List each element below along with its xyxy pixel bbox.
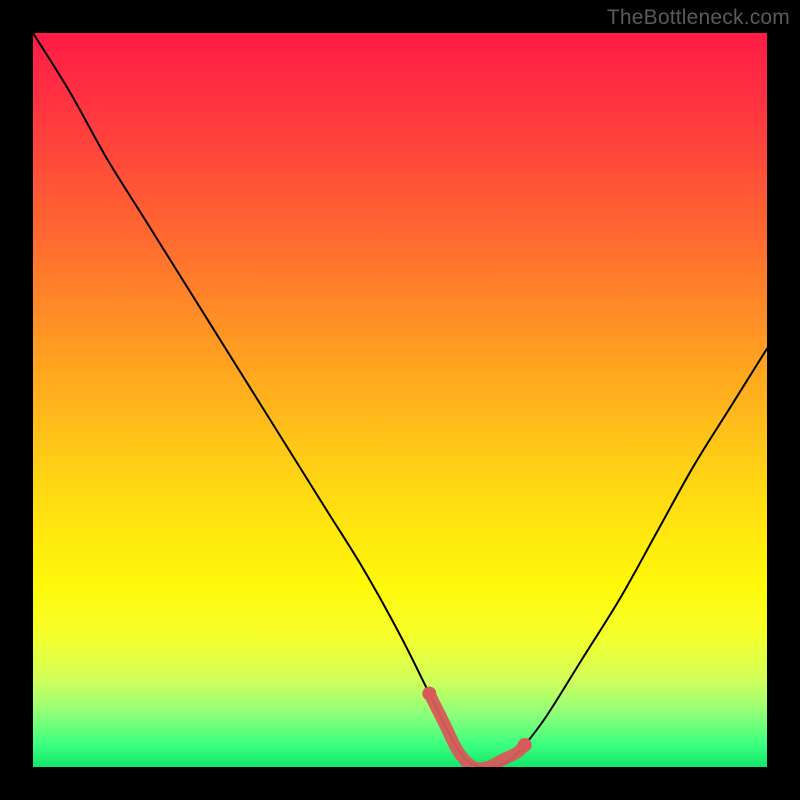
plot-area xyxy=(33,33,767,767)
chart-frame: TheBottleneck.com xyxy=(0,0,800,800)
sweet-spot-endpoint xyxy=(518,738,532,752)
bottleneck-curve xyxy=(33,33,767,767)
sweet-spot-endpoint xyxy=(422,687,436,701)
curve-svg xyxy=(33,33,767,767)
sweet-spot-highlight xyxy=(429,694,524,767)
watermark-text: TheBottleneck.com xyxy=(607,6,790,30)
